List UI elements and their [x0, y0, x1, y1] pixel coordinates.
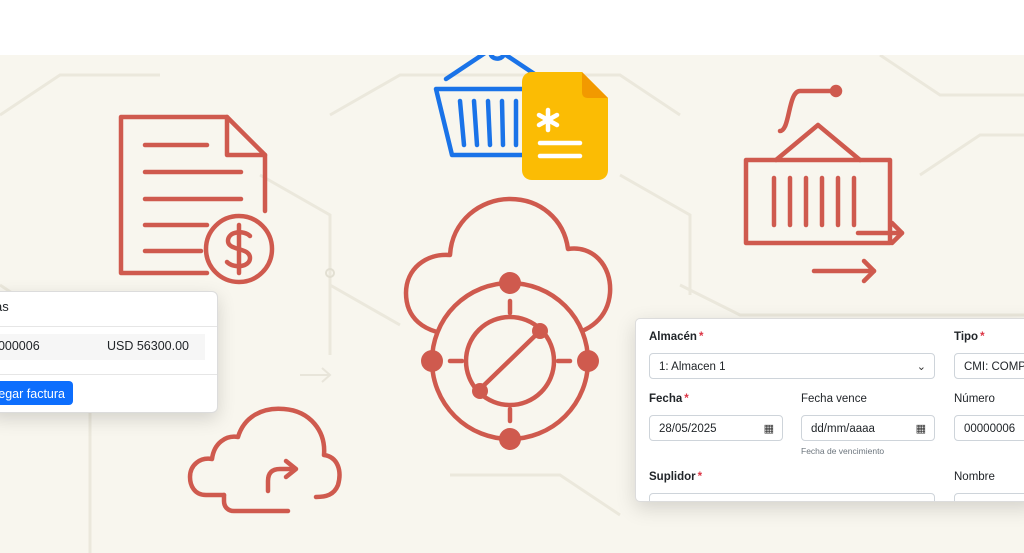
- suplidor-label: Suplidor *: [649, 471, 703, 483]
- invoice-amount: USD 56300.00: [106, 339, 189, 353]
- tipo-select[interactable]: CMI: COMPR: [954, 353, 1024, 379]
- fecha-vence-input[interactable]: dd/mm/aaaa ▦: [801, 415, 935, 441]
- almacen-select[interactable]: 1: Almacen 1 ⌄: [649, 353, 935, 379]
- fecha-label: Fecha *: [649, 393, 689, 405]
- cloud-upload-icon: [187, 406, 342, 514]
- calendar-icon: ▦: [915, 423, 926, 435]
- invoice-card-divider: [0, 374, 217, 375]
- nombre-input[interactable]: [954, 493, 1024, 501]
- document-asterisk-icon: [522, 72, 608, 180]
- invoice-row[interactable]: 0000006 USD 56300.00: [0, 334, 205, 360]
- add-invoice-button[interactable]: egar factura: [0, 381, 73, 405]
- numero-input[interactable]: 00000006: [954, 415, 1024, 441]
- nombre-label: Nombre: [954, 471, 995, 483]
- calendar-icon: ▦: [763, 423, 774, 435]
- suplidor-input[interactable]: [649, 493, 935, 501]
- chevron-down-icon: ⌄: [916, 361, 926, 373]
- fecha-input[interactable]: 28/05/2025 ▦: [649, 415, 783, 441]
- invoice-card: as 0000006 USD 56300.00 egar factura: [0, 291, 218, 413]
- purchase-form-card: Almacén* 1: Almacen 1⌄ Tipo* CMI: COMPR …: [635, 318, 1024, 502]
- invoice-card-header: as: [0, 292, 217, 327]
- fecha-vence-help: Fecha de vencimiento: [801, 446, 885, 456]
- container-export-icon: [743, 84, 905, 284]
- numero-label: Número: [954, 393, 995, 405]
- almacen-label: Almacén *: [649, 331, 704, 343]
- tipo-label: Tipo *: [954, 331, 985, 343]
- fecha-vence-label: Fecha vence: [801, 393, 867, 405]
- invoice-number: 0000006: [0, 339, 40, 353]
- cloud-network-icon: [403, 196, 613, 450]
